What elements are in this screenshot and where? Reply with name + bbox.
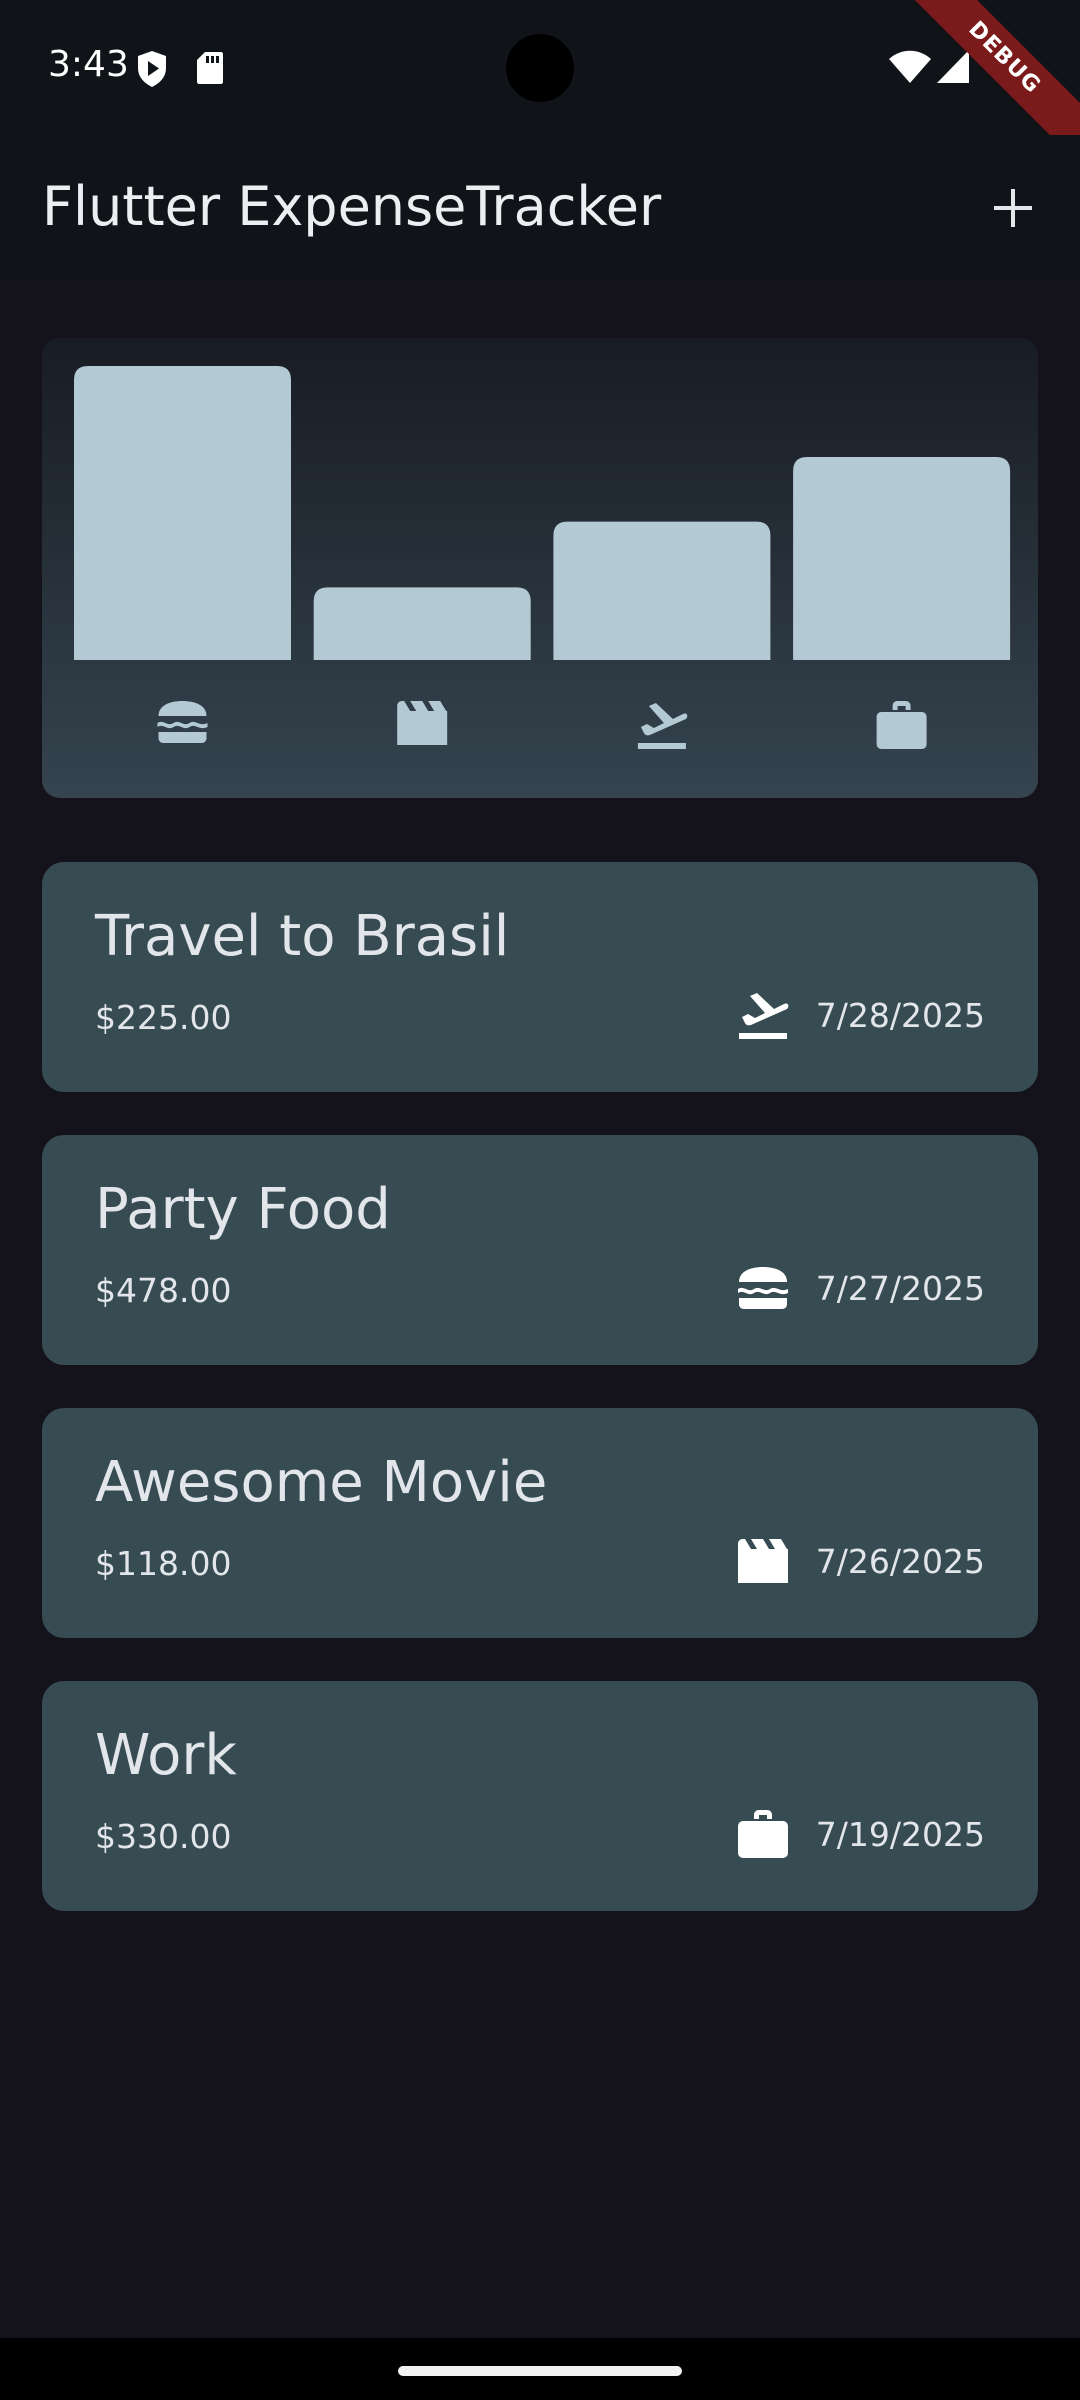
expense-meta: 7/27/2025 [736,1263,985,1313]
hamburger-icon [157,701,208,743]
chart-bar-food [74,366,291,660]
expense-chart [42,338,1038,798]
shield-play-icon [138,51,166,87]
camera-cutout [506,34,574,102]
movie-clapper-icon [397,701,448,745]
status-time: 3:43 [48,44,129,85]
expense-title: Travel to Brasil [95,904,510,969]
sd-card-icon [197,52,223,84]
app-bar: Flutter ExpenseTracker [0,135,1080,280]
expense-title: Awesome Movie [95,1450,548,1515]
chart-bar-travel [553,521,771,660]
expense-card[interactable]: Party Food $478.00 7/27/2025 [42,1135,1038,1365]
expense-meta: 7/19/2025 [736,1809,985,1859]
plus-icon [994,189,1032,227]
expense-date: 7/27/2025 [815,1268,985,1308]
chart-bar-work [793,457,1011,660]
movie-clapper-icon [737,1539,788,1583]
app-title: Flutter ExpenseTracker [42,175,662,238]
briefcase-icon [737,1810,788,1858]
flight-takeoff-icon [637,703,688,749]
expense-amount: $225.00 [95,998,232,1037]
expense-meta: 7/28/2025 [736,990,985,1040]
expense-title: Work [95,1723,237,1788]
expense-meta: 7/26/2025 [736,1536,985,1586]
add-expense-button[interactable] [968,163,1058,253]
expense-card[interactable]: Work $330.00 7/19/2025 [42,1681,1038,1911]
expense-title: Party Food [95,1177,391,1242]
expense-date: 7/19/2025 [815,1814,985,1854]
expense-date: 7/26/2025 [815,1541,985,1581]
status-bar: 3:43 DEBUG [0,0,1080,180]
chart-canvas [74,366,1011,749]
expense-amount: $478.00 [95,1271,232,1310]
expense-card[interactable]: Awesome Movie $118.00 7/26/2025 [42,1408,1038,1638]
expense-amount: $330.00 [95,1817,232,1856]
chart-bar-leisure [313,587,531,660]
cellular-signal-icon [937,50,969,83]
home-indicator[interactable] [398,2366,682,2376]
flight-takeoff-icon [738,993,789,1039]
expense-card[interactable]: Travel to Brasil $225.00 7/28/2025 [42,862,1038,1092]
expense-date: 7/28/2025 [815,995,985,1035]
hamburger-icon [737,1267,788,1309]
wifi-icon [889,50,931,83]
briefcase-icon [876,701,927,749]
expense-amount: $118.00 [95,1544,232,1583]
